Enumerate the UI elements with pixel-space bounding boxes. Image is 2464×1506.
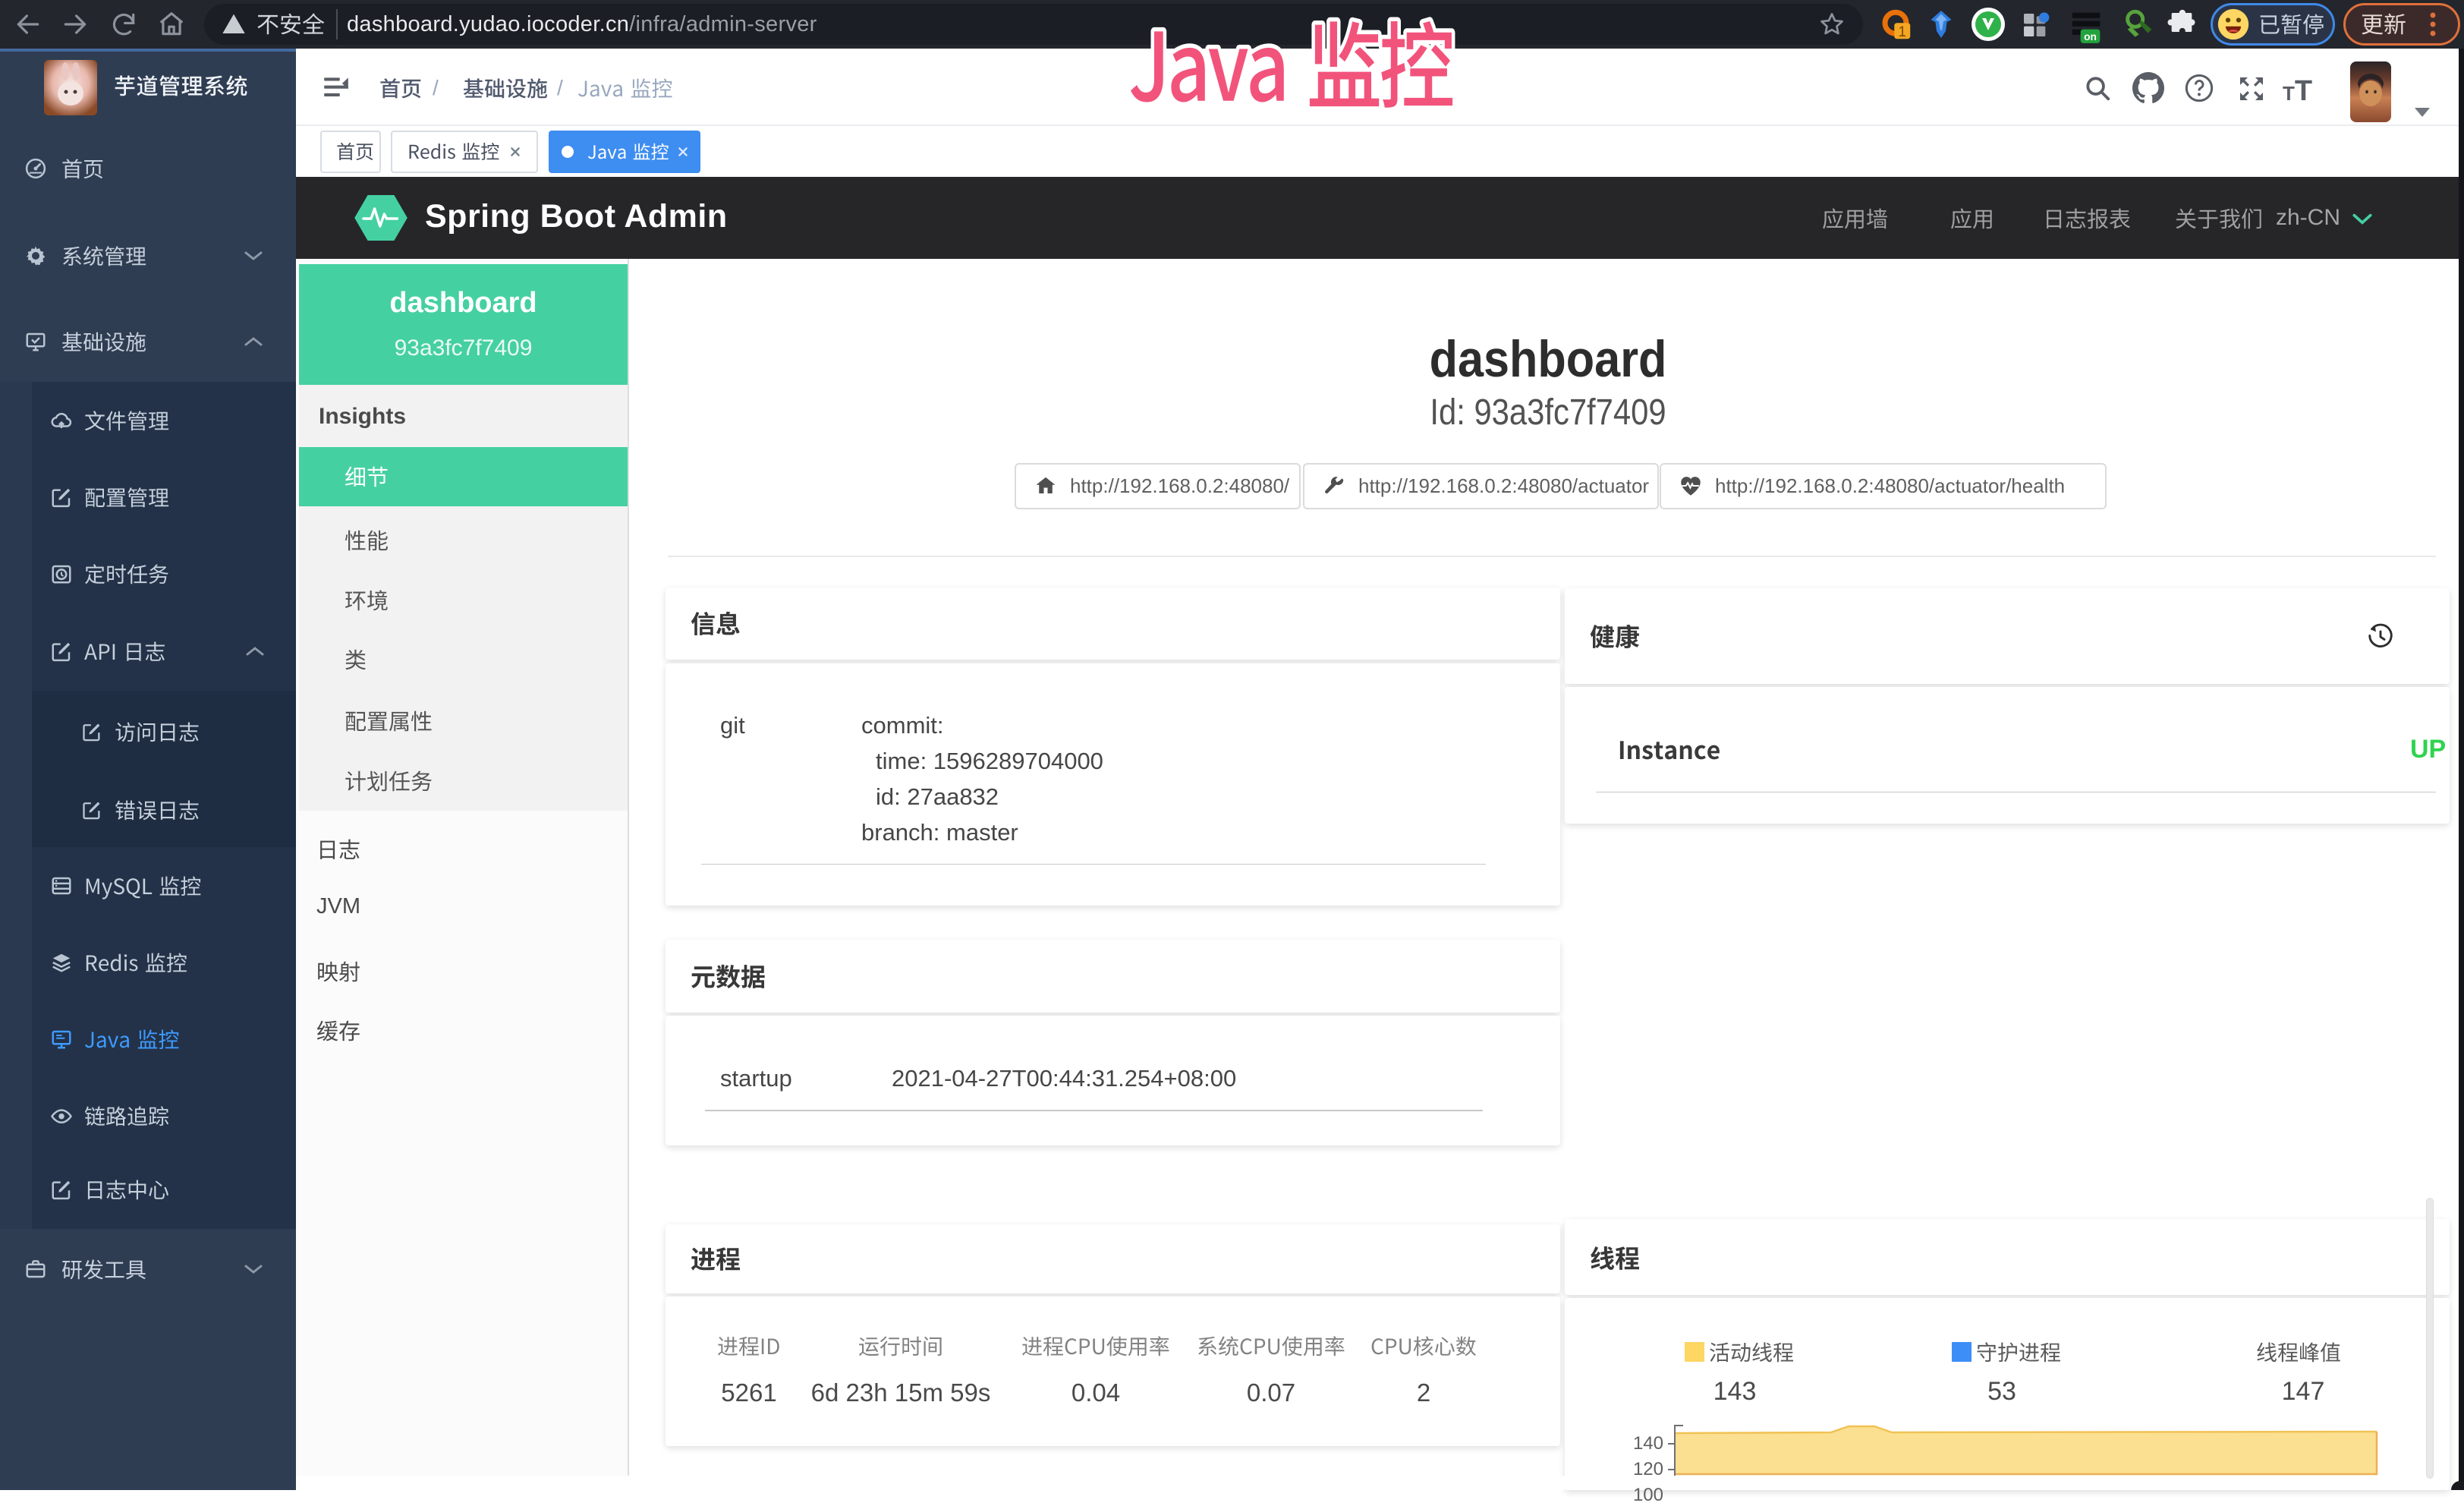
svg-text:on: on xyxy=(2084,31,2097,43)
svg-text:1: 1 xyxy=(1898,24,1906,40)
